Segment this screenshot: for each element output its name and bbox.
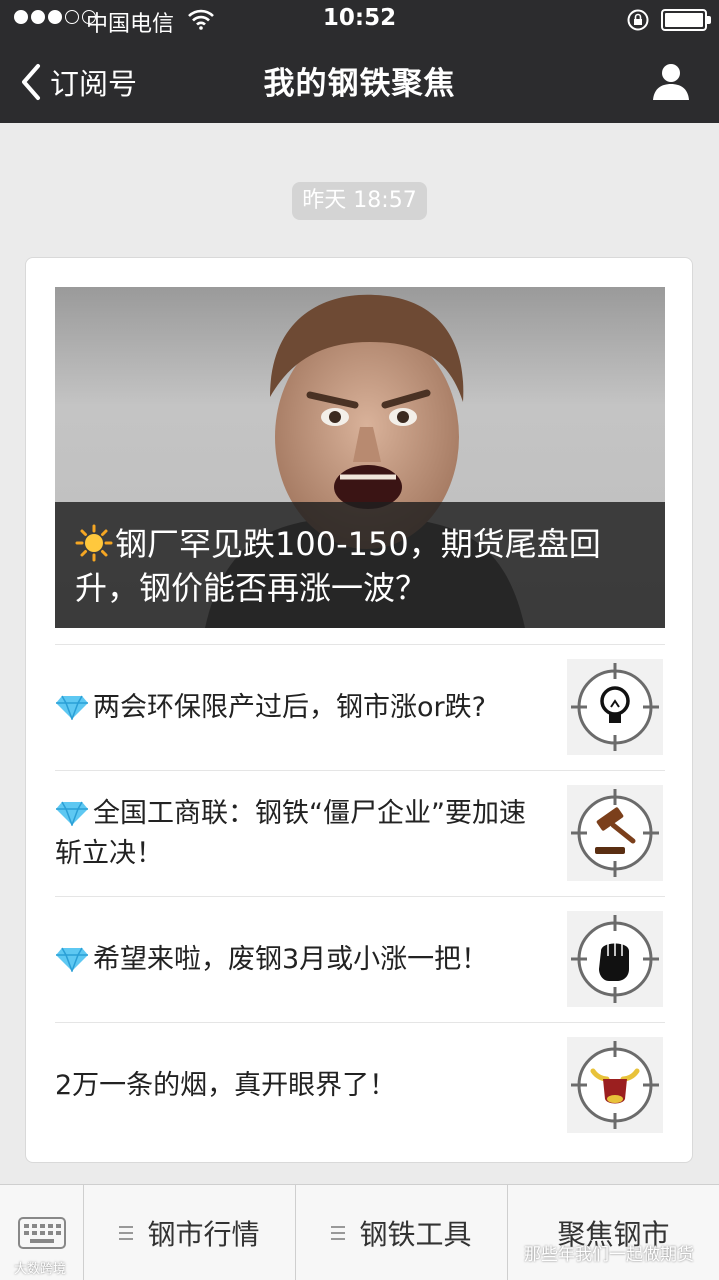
- list-item-title: 希望来啦，废钢3月或小涨一把！: [93, 944, 489, 975]
- lightbulb-thumbnail: [567, 659, 663, 755]
- menu-steel-market[interactable]: 钢市行情: [84, 1185, 296, 1280]
- status-time: 10:52: [322, 5, 397, 31]
- cover-title: 钢厂罕见跌100-150，期货尾盘回升，钢价能否再涨一波？: [75, 525, 601, 607]
- watermark: 那些年我们一起做期货: [524, 1245, 694, 1265]
- person-icon[interactable]: [650, 60, 692, 102]
- top-bar: 中国电信 10:52 订阅号 我的钢铁聚焦: [0, 0, 719, 123]
- cover-article[interactable]: 钢厂罕见跌100-150，期货尾盘回升，钢价能否再涨一波？: [55, 287, 665, 628]
- list-item-text: 全国工商联：钢铁“僵尸企业”要加速斩立决！: [55, 771, 545, 897]
- list-item[interactable]: 2万一条的烟，真开眼界了！: [55, 1022, 665, 1148]
- menu-steel-tools[interactable]: 钢铁工具: [296, 1185, 508, 1280]
- list-item-title: 2万一条的烟，真开眼界了！: [55, 1070, 397, 1101]
- cover-caption: 钢厂罕见跌100-150，期货尾盘回升，钢价能否再涨一波？: [55, 502, 665, 628]
- menu-label: 钢市行情: [147, 1218, 260, 1251]
- page-title: 我的钢铁聚焦: [263, 66, 456, 102]
- list-item[interactable]: 全国工商联：钢铁“僵尸企业”要加速斩立决！: [55, 770, 665, 896]
- watermark-secondary: 大数跨境: [14, 1262, 67, 1277]
- list-item-text: 希望来啦，废钢3月或小涨一把！: [55, 897, 545, 1023]
- list-item[interactable]: 希望来啦，废钢3月或小涨一把！: [55, 896, 665, 1022]
- list-item-text: 2万一条的烟，真开眼界了！: [55, 1023, 545, 1149]
- menu-lines-icon: [331, 1226, 346, 1240]
- gavel-thumbnail: [567, 785, 663, 881]
- list-item-text: 两会环保限产过后，钢市涨or跌?: [55, 645, 545, 771]
- message-timestamp: 昨天 18:57: [292, 182, 427, 220]
- list-item[interactable]: 两会环保限产过后，钢市涨or跌?: [55, 644, 665, 770]
- diamond-icon: [56, 801, 88, 826]
- diamond-icon: [56, 947, 88, 972]
- list-item-title: 两会环保限产过后，钢市涨or跌?: [93, 692, 486, 723]
- fist-thumbnail: [567, 911, 663, 1007]
- diamond-icon: [56, 695, 88, 720]
- bottom-menu-bar: 钢市行情 钢铁工具 聚焦钢市: [0, 1184, 719, 1280]
- menu-label: 钢铁工具: [359, 1218, 472, 1251]
- keyboard-icon: [18, 1217, 66, 1249]
- article-card: 钢厂罕见跌100-150，期货尾盘回升，钢价能否再涨一波？ 两会环保限产过后，钢…: [25, 257, 693, 1163]
- menu-lines-icon: [119, 1226, 134, 1240]
- status-bar: 中国电信 10:52: [0, 0, 719, 42]
- bull-thumbnail: [567, 1037, 663, 1133]
- rotation-lock-icon: [627, 9, 649, 31]
- sun-emoji-icon: [75, 524, 113, 562]
- menu-focus-market[interactable]: 聚焦钢市: [508, 1185, 719, 1280]
- battery-icon: [661, 9, 711, 31]
- list-item-title: 全国工商联：钢铁“僵尸企业”要加速斩立决！: [55, 798, 526, 869]
